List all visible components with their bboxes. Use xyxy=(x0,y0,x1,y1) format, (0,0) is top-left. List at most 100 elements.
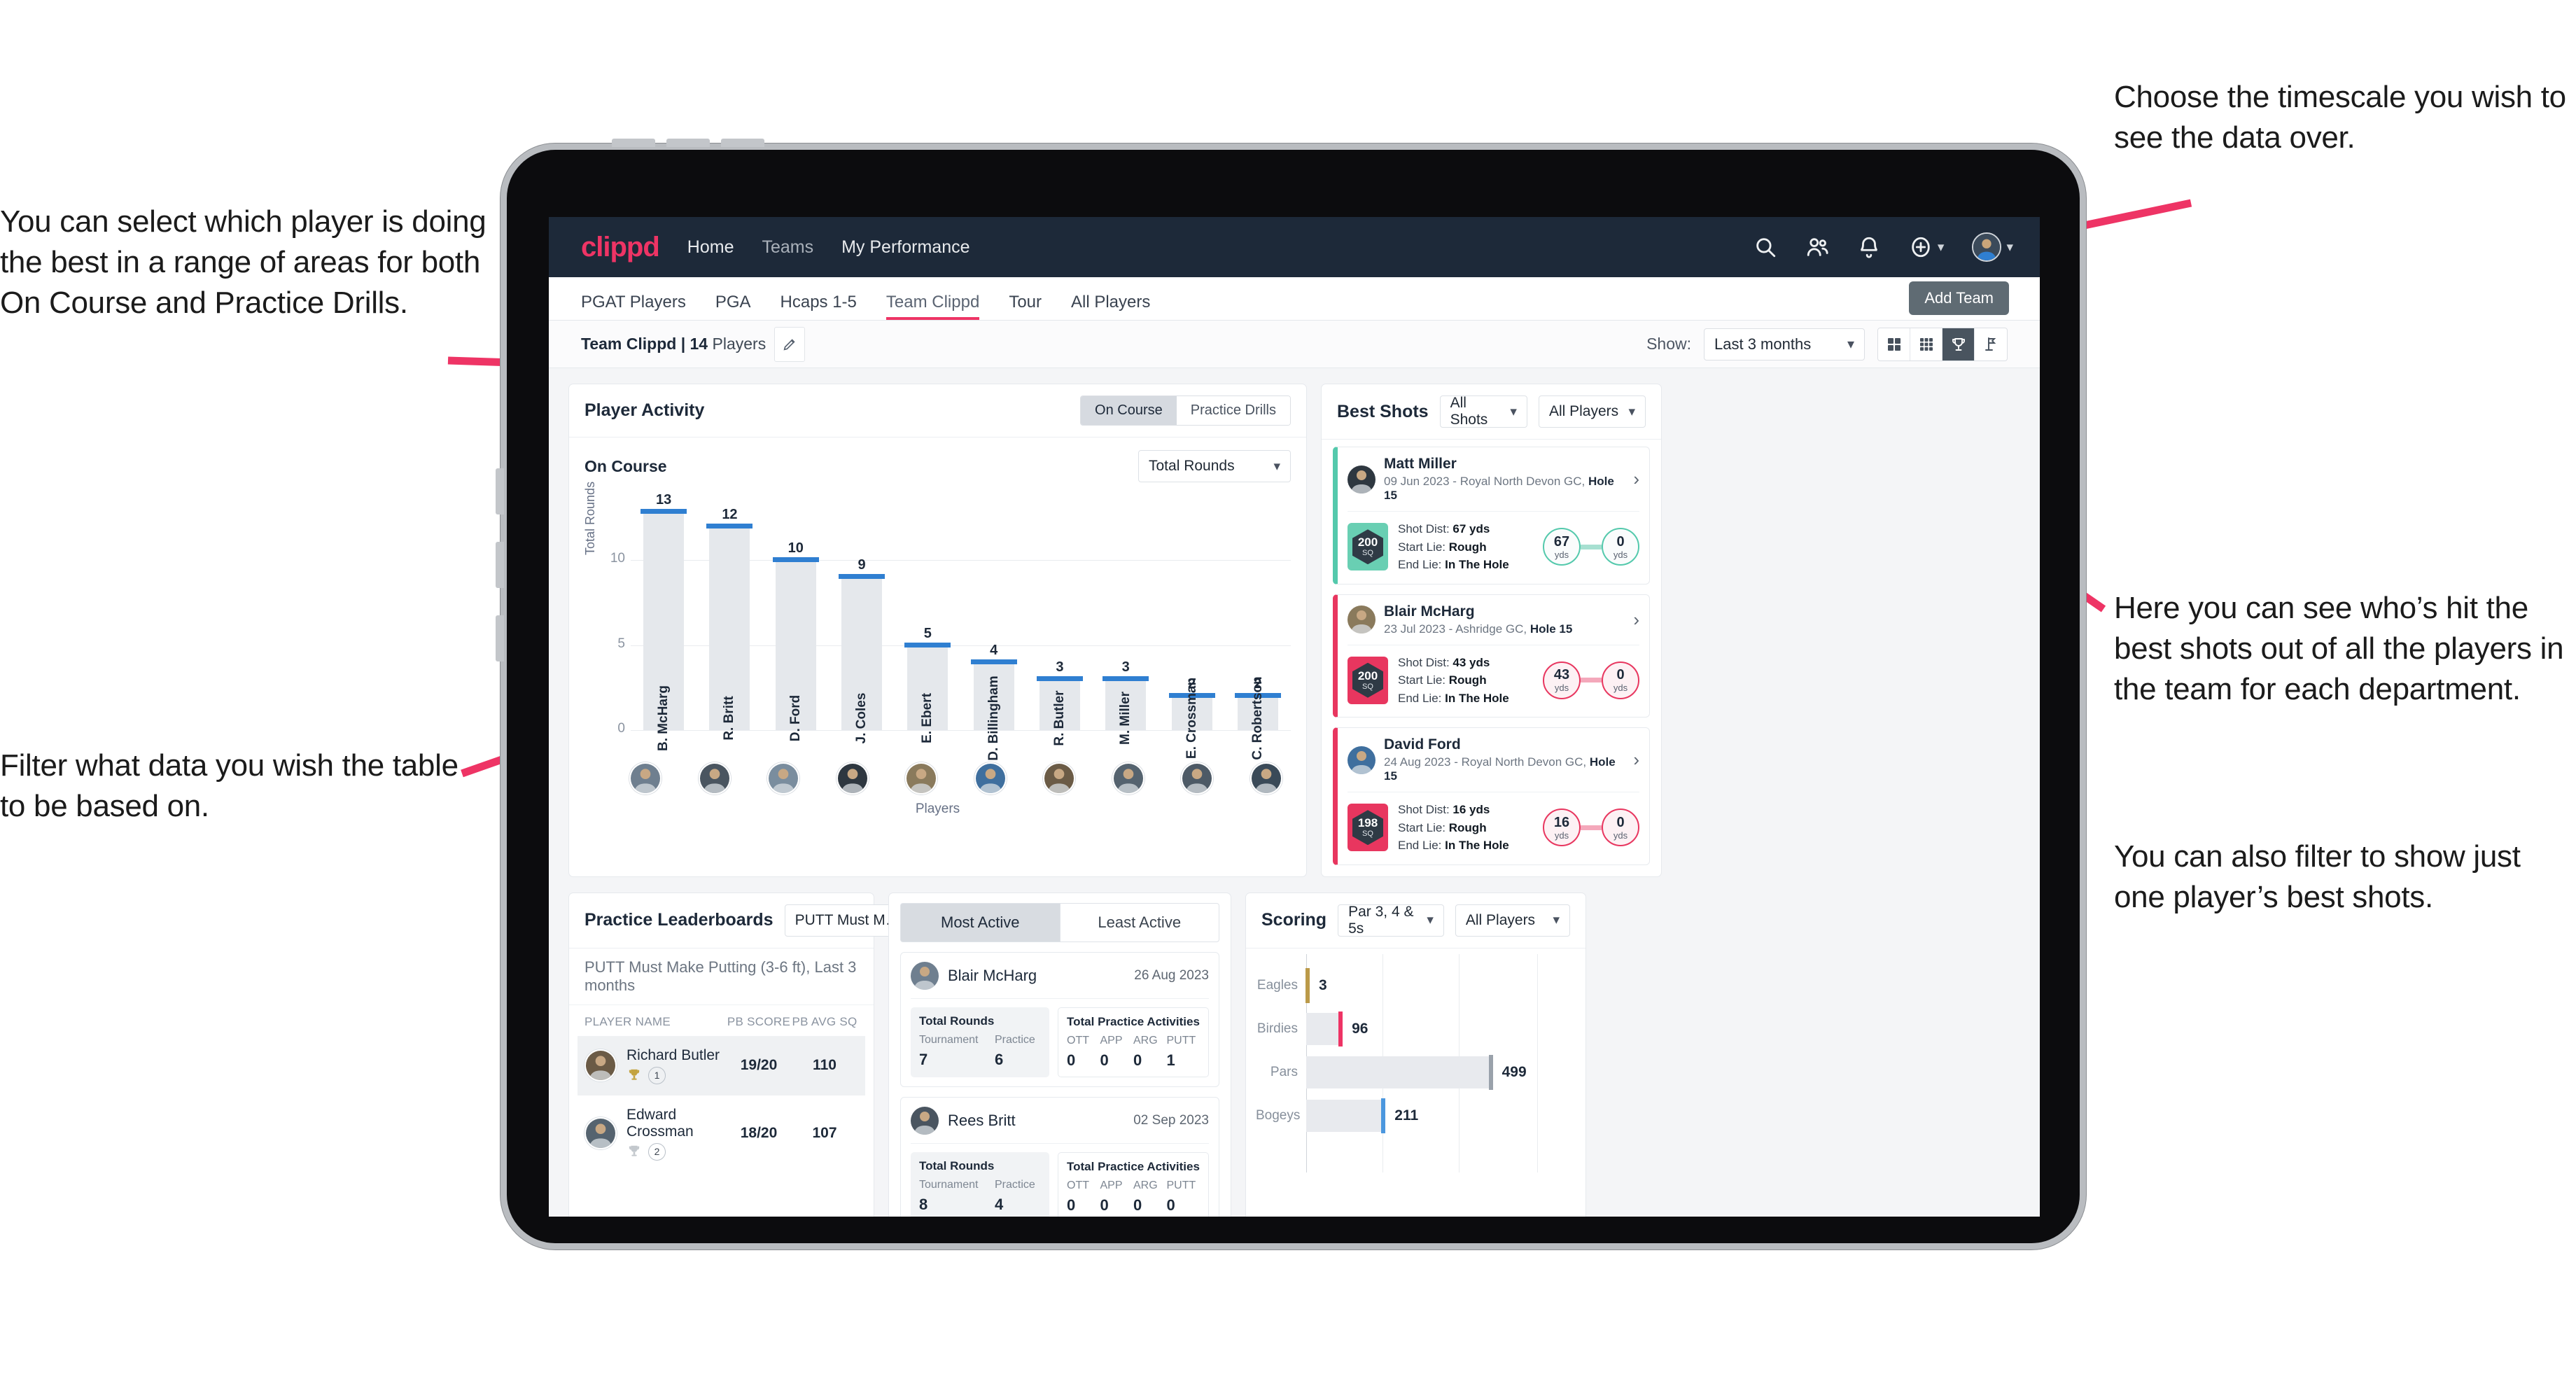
bar-column[interactable]: 3 R. Butler xyxy=(1027,492,1093,746)
avatar[interactable] xyxy=(911,1106,939,1135)
add-menu[interactable]: ▾ xyxy=(1909,235,1944,259)
scoring-player-filter[interactable]: All Players ▾ xyxy=(1455,904,1570,937)
bar[interactable]: E. Crossman xyxy=(1168,678,1215,759)
best-shot-facts: Shot Dist: 16 yds Start Lie: Rough End Lie… xyxy=(1398,801,1509,855)
player-avatar[interactable] xyxy=(1112,762,1144,794)
bar-column[interactable]: 3 M. Miller xyxy=(1093,492,1158,745)
tab-most-active[interactable]: Most Active xyxy=(900,902,1060,942)
player-avatar[interactable] xyxy=(905,762,938,794)
avatar[interactable] xyxy=(911,961,939,990)
search-icon[interactable] xyxy=(1754,235,1777,259)
scoring-bar[interactable] xyxy=(1306,1012,1343,1045)
nav-link-teams[interactable]: Teams xyxy=(762,237,813,258)
bar-column[interactable]: 4 D. Billingham xyxy=(960,492,1026,761)
best-shot-card[interactable]: Matt Miller 09 Jun 2023 - Royal North Dev… xyxy=(1333,447,1650,584)
bar[interactable]: B. McHarg xyxy=(640,509,687,751)
metric-select[interactable]: Total Rounds ▾ xyxy=(1138,450,1291,482)
device-button-side-3[interactable] xyxy=(496,615,504,662)
player-avatar[interactable] xyxy=(1043,762,1076,794)
scoring-bar[interactable] xyxy=(1306,1099,1385,1132)
device-button-side-1[interactable] xyxy=(496,468,504,514)
tab-hcaps-1-5[interactable]: Hcaps 1-5 xyxy=(780,293,857,320)
bell-icon[interactable] xyxy=(1857,235,1881,259)
flag-icon[interactable] xyxy=(1975,328,2007,360)
bar[interactable]: M. Miller xyxy=(1102,676,1149,745)
nav-link-my-performance[interactable]: My Performance xyxy=(841,237,969,258)
device-button-side-2[interactable] xyxy=(496,542,504,588)
bar-column[interactable]: 13 B. McHarg xyxy=(631,492,696,751)
scoring-par-filter[interactable]: Par 3, 4 & 5s ▾ xyxy=(1338,904,1444,937)
avatar[interactable] xyxy=(584,1117,617,1149)
trophy-icon[interactable] xyxy=(1942,328,1975,360)
callout-right-middle: Here you can see who’s hit the best shot… xyxy=(2114,591,2564,707)
bar-column[interactable]: 2 C. Robertson xyxy=(1225,492,1291,760)
table-row[interactable]: Edward Crossman 2 18/20 107 xyxy=(578,1096,865,1172)
player-avatar[interactable] xyxy=(974,762,1007,794)
device-button-top-3[interactable] xyxy=(721,139,764,147)
activity-card-item[interactable]: Blair McHarg 26 Aug 2023 Total Rounds Tourn… xyxy=(900,951,1219,1087)
avatar[interactable] xyxy=(1348,465,1376,493)
scoring-bar-row[interactable]: Pars 499 xyxy=(1256,1051,1572,1094)
avatar[interactable] xyxy=(1348,746,1376,774)
bar-column[interactable]: 9 J. Coles xyxy=(829,492,895,743)
best-shot-card[interactable]: Blair McHarg 23 Jul 2023 - Ashridge GC, H… xyxy=(1333,594,1650,718)
plus-circle-icon[interactable] xyxy=(1909,235,1933,259)
avatar[interactable] xyxy=(584,1049,617,1082)
tab-tour[interactable]: Tour xyxy=(1009,293,1042,320)
device-button-top-2[interactable] xyxy=(666,139,710,147)
nav-link-home[interactable]: Home xyxy=(687,237,734,258)
bar[interactable]: D. Ford xyxy=(772,557,819,741)
avatar[interactable] xyxy=(1972,232,2002,262)
segment-practice-drills[interactable]: Practice Drills xyxy=(1176,396,1290,425)
avatar-image xyxy=(911,1106,939,1135)
bar-column[interactable]: 5 E. Ebert xyxy=(895,492,960,743)
best-shot-card[interactable]: David Ford 24 Aug 2023 - Royal North Devo… xyxy=(1333,727,1650,865)
player-avatar[interactable] xyxy=(767,762,800,794)
best-shots-shot-filter[interactable]: All Shots ▾ xyxy=(1439,395,1527,428)
bar-column[interactable]: 10 D. Ford xyxy=(763,492,829,741)
scoring-bar-row[interactable]: Bogeys 211 xyxy=(1256,1094,1572,1138)
rounds-metric: Tournament 8 xyxy=(919,1179,995,1214)
start-lie-row: Start Lie: Rough xyxy=(1398,820,1487,834)
edit-team-button[interactable] xyxy=(774,326,806,362)
scoring-bar-row[interactable]: Eagles 3 xyxy=(1256,964,1572,1007)
player-avatar[interactable] xyxy=(1181,762,1214,794)
chevron-right-icon[interactable]: › xyxy=(1633,609,1639,631)
grid-2x2-icon[interactable] xyxy=(1878,328,1910,360)
scoring-bar-row[interactable]: Birdies 96 xyxy=(1256,1007,1572,1051)
avatar[interactable] xyxy=(1348,606,1376,634)
tab-team-clippd[interactable]: Team Clippd xyxy=(886,293,980,320)
table-row[interactable]: Richard Butler 1 19/20 110 xyxy=(578,1035,865,1096)
profile-menu[interactable]: ▾ xyxy=(1972,232,2013,262)
bar[interactable]: D. Billingham xyxy=(970,659,1017,761)
tab-pgat-players[interactable]: PGAT Players xyxy=(581,293,686,320)
tab-least-active[interactable]: Least Active xyxy=(1059,902,1219,942)
player-avatar[interactable] xyxy=(698,762,731,794)
people-icon[interactable] xyxy=(1805,235,1829,259)
clippd-logo[interactable]: clippd xyxy=(581,232,660,263)
bar[interactable]: R. Britt xyxy=(706,523,753,741)
period-select[interactable]: Last 3 months ▾ xyxy=(1704,328,1865,360)
player-avatar[interactable] xyxy=(836,762,869,794)
scoring-bar[interactable] xyxy=(1306,1056,1492,1088)
shot-quality-badge: 200 SQ xyxy=(1348,656,1388,704)
scoring-chart: Eagles 3 Birdies 96 Pars 499 Bogeys 211 xyxy=(1246,948,1586,1172)
device-button-top-1[interactable] xyxy=(612,139,655,147)
bar-column[interactable]: 12 R. Britt xyxy=(696,492,762,741)
bar[interactable]: E. Ebert xyxy=(904,642,951,743)
chevron-right-icon[interactable]: › xyxy=(1633,468,1639,490)
bar-column[interactable]: 2 E. Crossman xyxy=(1158,492,1224,759)
bar[interactable]: J. Coles xyxy=(839,574,886,743)
chevron-right-icon[interactable]: › xyxy=(1633,749,1639,771)
segment-on-course[interactable]: On Course xyxy=(1081,396,1177,425)
bar[interactable]: R. Butler xyxy=(1036,676,1083,746)
tab-all-players[interactable]: All Players xyxy=(1071,293,1150,320)
bar[interactable]: C. Robertson xyxy=(1234,676,1281,760)
activity-card-item[interactable]: Rees Britt 02 Sep 2023 Total Rounds Tournam… xyxy=(900,1096,1219,1217)
tab-pga[interactable]: PGA xyxy=(715,293,751,320)
player-avatar[interactable] xyxy=(1250,762,1282,794)
player-avatar[interactable] xyxy=(629,762,662,794)
best-shots-player-filter[interactable]: All Players ▾ xyxy=(1538,396,1646,428)
start-distance-unit: yds xyxy=(1554,549,1569,560)
grid-3x3-icon[interactable] xyxy=(1910,328,1942,360)
